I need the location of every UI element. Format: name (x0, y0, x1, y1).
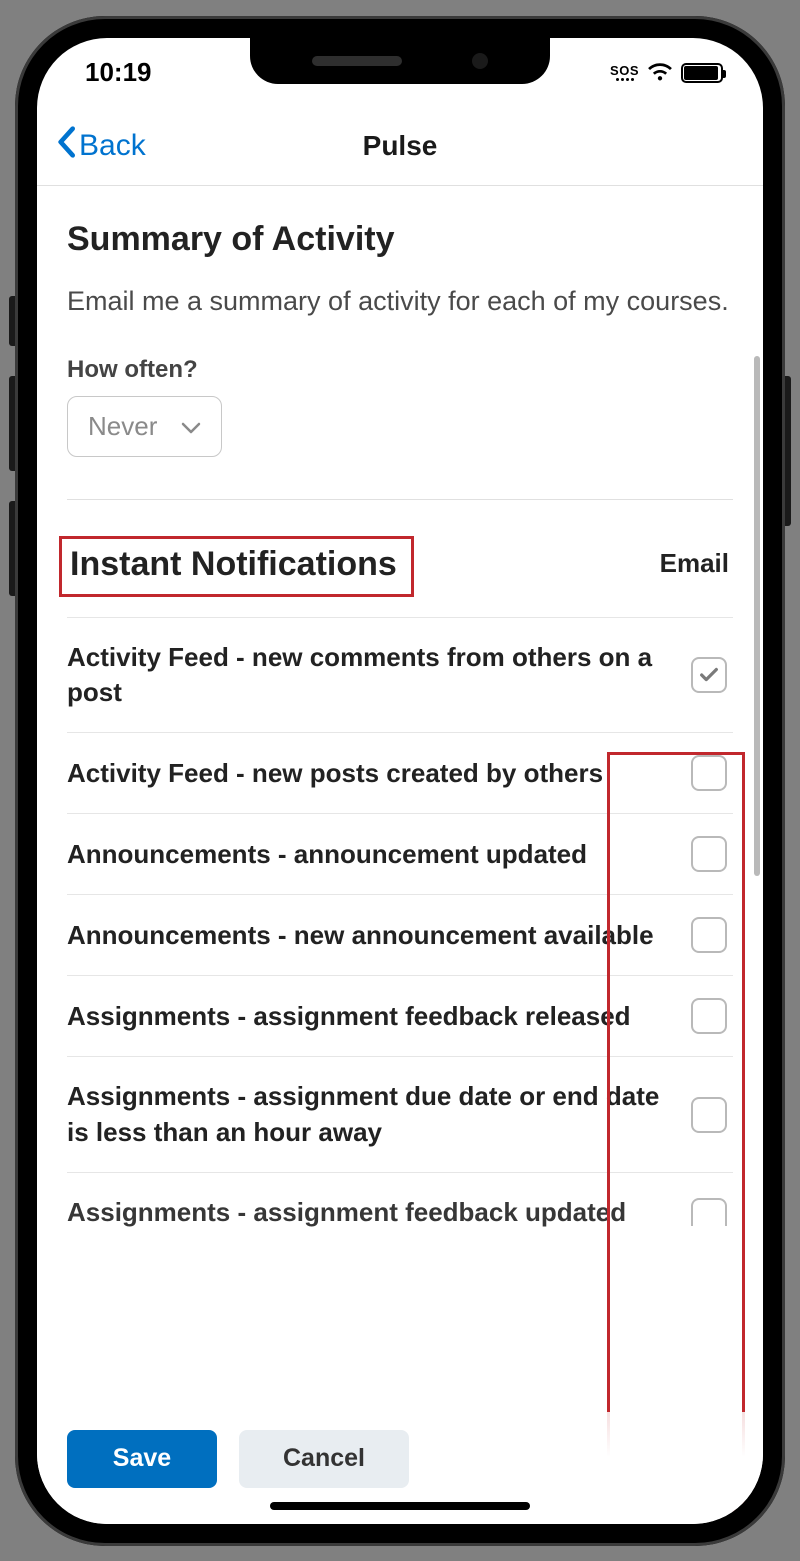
notification-label: Assignments - assignment feedback releas… (67, 999, 671, 1034)
frequency-value: Never (88, 411, 157, 442)
email-checkbox[interactable] (691, 657, 727, 693)
screen: 10:19 SOS Back Pulse (37, 38, 763, 1524)
email-checkbox[interactable] (691, 1198, 727, 1226)
chevron-left-icon (55, 126, 77, 166)
notification-row: Assignments - assignment feedback releas… (67, 976, 733, 1057)
back-button[interactable]: Back (55, 126, 146, 166)
save-button[interactable]: Save (67, 1430, 217, 1488)
notification-row: Assignments - assignment due date or end… (67, 1057, 733, 1172)
notification-row: Activity Feed - new comments from others… (67, 617, 733, 733)
phone-frame: 10:19 SOS Back Pulse (15, 16, 785, 1546)
notification-row: Announcements - new announcement availab… (67, 895, 733, 976)
content: Summary of Activity Email me a summary o… (37, 186, 763, 1524)
summary-description: Email me a summary of activity for each … (67, 283, 733, 321)
email-checkbox[interactable] (691, 755, 727, 791)
frequency-select[interactable]: Never (67, 396, 222, 457)
notification-label: Announcements - announcement updated (67, 837, 671, 872)
notification-row: Announcements - announcement updated (67, 814, 733, 895)
home-indicator[interactable] (270, 1502, 530, 1510)
speaker (312, 56, 402, 66)
scrollbar[interactable] (754, 356, 760, 876)
notification-label: Assignments - assignment due date or end… (67, 1079, 671, 1149)
summary-heading: Summary of Activity (67, 220, 733, 259)
cancel-button[interactable]: Cancel (239, 1430, 409, 1488)
front-camera (472, 53, 488, 69)
notification-row: Activity Feed - new posts created by oth… (67, 733, 733, 814)
mute-switch (9, 296, 15, 346)
back-label: Back (79, 129, 146, 163)
notification-label: Activity Feed - new posts created by oth… (67, 756, 671, 791)
email-checkbox[interactable] (691, 998, 727, 1034)
notification-label: Announcements - new announcement availab… (67, 918, 671, 953)
wifi-icon (647, 63, 673, 83)
instant-heading: Instant Notifications (70, 545, 397, 584)
battery-icon (681, 63, 723, 83)
frequency-label: How often? (67, 356, 733, 384)
chevron-down-icon (181, 411, 201, 442)
sos-indicator: SOS (610, 64, 639, 81)
email-checkbox[interactable] (691, 836, 727, 872)
email-checkbox[interactable] (691, 1097, 727, 1133)
nav-bar: Back Pulse (37, 108, 763, 186)
volume-down-button (9, 501, 15, 596)
notch (250, 38, 550, 84)
divider (67, 499, 733, 500)
email-checkbox[interactable] (691, 917, 727, 953)
status-time: 10:19 (85, 57, 152, 88)
notifications-table: Activity Feed - new comments from others… (67, 617, 733, 1251)
notification-row: Assignments - assignment feedback update… (67, 1173, 733, 1252)
power-button (785, 376, 791, 526)
volume-up-button (9, 376, 15, 471)
notification-label: Activity Feed - new comments from others… (67, 640, 671, 710)
instant-heading-highlight: Instant Notifications (59, 536, 414, 597)
email-column-header: Email (613, 548, 733, 597)
notification-label: Assignments - assignment feedback update… (67, 1195, 671, 1230)
